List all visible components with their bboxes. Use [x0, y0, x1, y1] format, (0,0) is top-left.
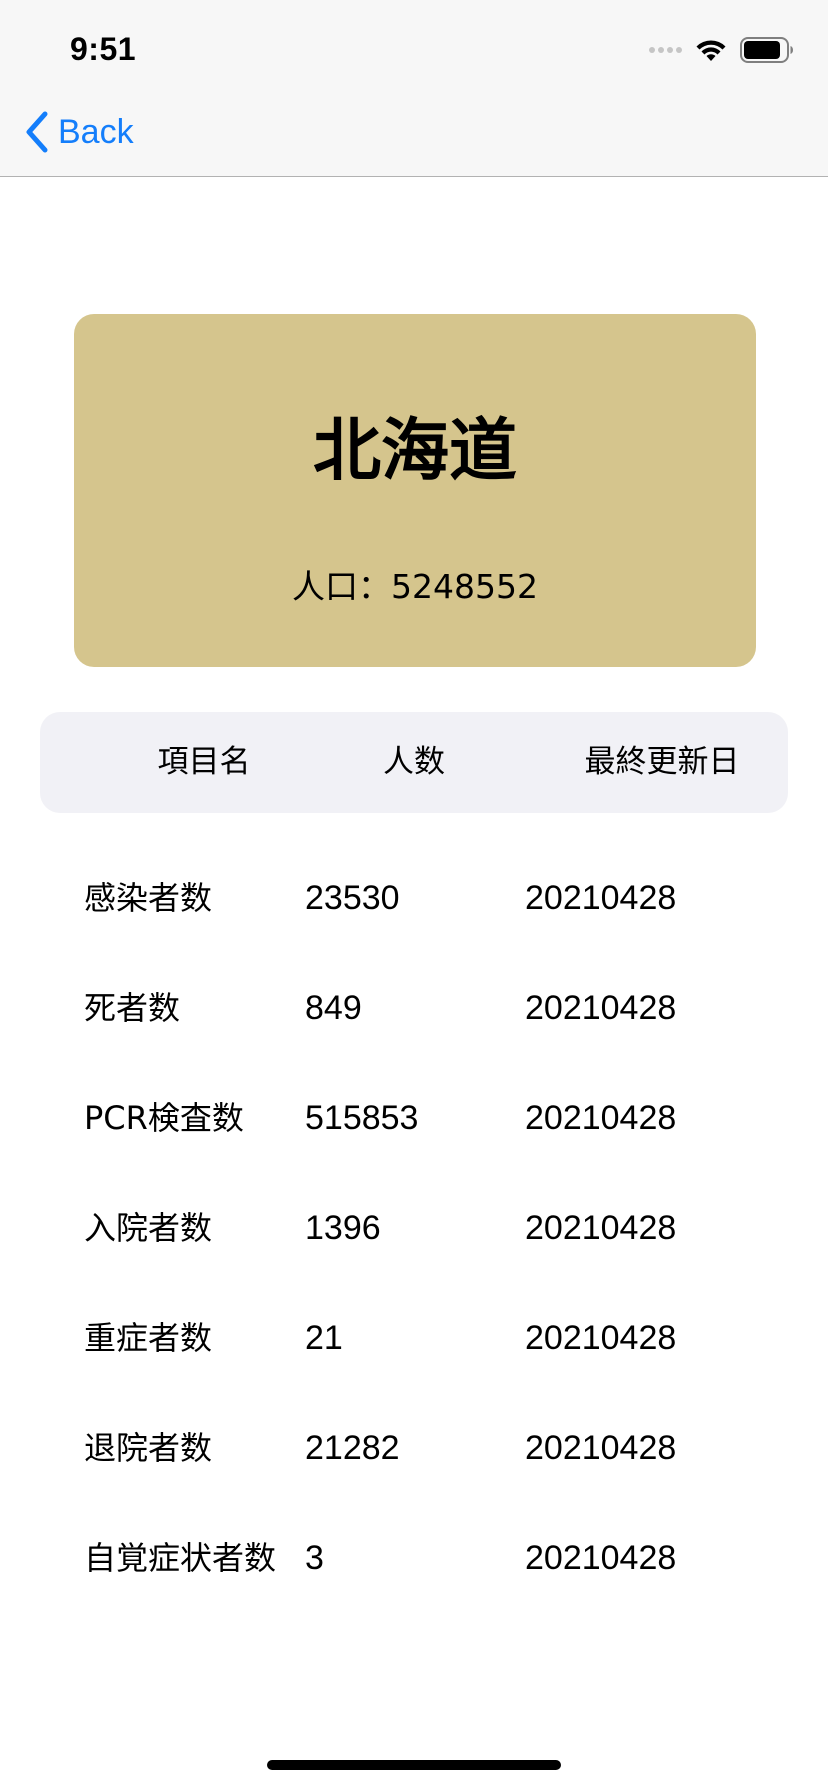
- table-row: 入院者数 1396 20210428: [0, 1198, 828, 1258]
- row-count: 21: [305, 1319, 343, 1357]
- navigation-bar: 9:51 Back: [0, 0, 828, 177]
- status-time: 9:51: [70, 31, 137, 67]
- row-item-name: 自覚症状者数: [84, 1539, 277, 1577]
- status-icons: [649, 36, 794, 64]
- row-date: 20210428: [525, 1539, 677, 1577]
- row-date: 20210428: [525, 1099, 677, 1137]
- row-count: 515853: [305, 1099, 419, 1137]
- table-row: 重症者数 21 20210428: [0, 1308, 828, 1368]
- cellular-signal-icon: [649, 47, 682, 53]
- header-last-updated: 最終更新日: [584, 744, 740, 780]
- table-row: 死者数 849 20210428: [0, 978, 828, 1038]
- prefecture-name: 北海道: [312, 412, 517, 491]
- row-count: 21282: [305, 1429, 400, 1467]
- row-count: 1396: [305, 1209, 381, 1247]
- population-label: 人口：5248552: [292, 567, 538, 606]
- row-date: 20210428: [525, 1319, 677, 1357]
- row-item-name: 感染者数: [84, 879, 213, 917]
- row-item-name: 重症者数: [84, 1319, 213, 1357]
- row-count: 849: [305, 989, 362, 1027]
- header-count: 人数: [383, 744, 445, 780]
- row-count: 3: [305, 1539, 324, 1577]
- table-row: 感染者数 23530 20210428: [0, 868, 828, 928]
- chevron-left-icon: [26, 111, 48, 153]
- table-row: 退院者数 21282 20210428: [0, 1418, 828, 1478]
- battery-icon: [740, 37, 793, 63]
- row-date: 20210428: [525, 879, 677, 917]
- row-count: 23530: [305, 879, 400, 917]
- table-row: PCR検査数 515853 20210428: [0, 1088, 828, 1148]
- row-date: 20210428: [525, 1429, 677, 1467]
- row-date: 20210428: [525, 989, 677, 1027]
- row-item-name: 死者数: [84, 989, 181, 1027]
- row-item-name: 入院者数: [84, 1209, 213, 1247]
- wifi-icon: [696, 40, 726, 61]
- back-button[interactable]: Back: [24, 108, 134, 156]
- table-header: 項目名 人数 最終更新日: [40, 712, 788, 813]
- home-indicator[interactable]: [267, 1760, 561, 1770]
- row-date: 20210428: [525, 1209, 677, 1247]
- back-label: Back: [58, 113, 134, 151]
- row-item-name: 退院者数: [84, 1429, 213, 1467]
- table-row: 自覚症状者数 3 20210428: [0, 1528, 828, 1588]
- prefecture-card: 北海道 人口：5248552: [74, 314, 756, 667]
- row-item-name: PCR検査数: [84, 1099, 244, 1137]
- header-item-name: 項目名: [157, 744, 251, 780]
